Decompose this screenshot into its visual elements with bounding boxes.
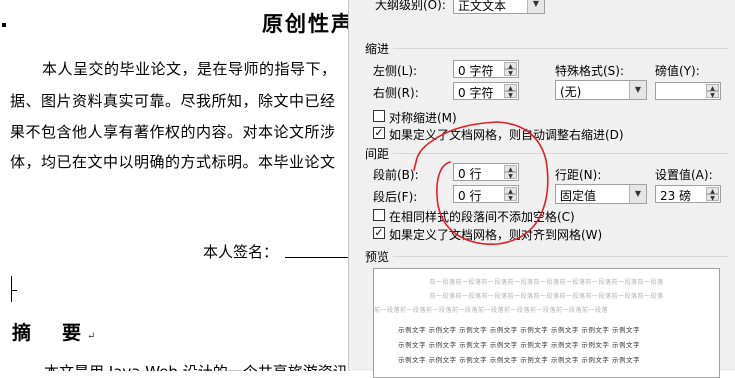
preview-divider xyxy=(393,256,728,257)
spin-up-icon[interactable]: ▲ xyxy=(504,165,517,173)
spin-down-icon[interactable]: ▼ xyxy=(504,91,517,99)
indent-divider xyxy=(393,48,728,49)
indent-right-label: 右侧(R): xyxy=(373,86,419,100)
space-before-spinner[interactable]: 0 行 ▲ ▼ xyxy=(453,163,519,181)
spin-down-icon[interactable]: ▼ xyxy=(706,91,719,99)
indent-left-spinner[interactable]: 0 字符 ▲ ▼ xyxy=(453,60,519,78)
indent-right-value: 0 字符 xyxy=(458,86,494,100)
outline-level-value: 正文文本 xyxy=(458,0,507,13)
preview-previous-line: 前一段落前一段落前一段落前一段落前一段落前一段落前一段落前一段落前一段落 xyxy=(374,307,609,314)
spin-up-icon[interactable]: ▲ xyxy=(504,84,517,92)
spin-up-icon[interactable]: ▲ xyxy=(706,84,719,92)
spacing-section-title: 间距 xyxy=(365,147,390,161)
preview-previous-line: 前一段落前一段落前一段落前一段落前一段落前一段落前一段落前一段落前一段落 xyxy=(429,279,664,286)
body-line-3[interactable]: 果不包含他人享有著作权的内容。对本论文所涉 xyxy=(10,121,336,142)
signature-label: 本人签名： xyxy=(203,243,279,261)
space-after-label: 段后(F): xyxy=(373,190,418,204)
text-cursor xyxy=(11,276,12,302)
preview-section-title: 预览 xyxy=(365,250,390,264)
body-line-1[interactable]: 本人呈交的毕业论文，是在导师的指导下， xyxy=(42,58,337,79)
document-title: 原创性声 xyxy=(262,11,354,36)
at-value-spinner[interactable]: 23 磅 ▲ ▼ xyxy=(655,185,721,203)
line-spacing-label: 行距(N): xyxy=(555,168,602,182)
paragraph-mark-icon: ↵ xyxy=(87,331,96,342)
line-spacing-value: 固定值 xyxy=(560,189,597,203)
line-spacing-select[interactable]: 固定值 ▼ xyxy=(555,184,647,204)
spacing-divider xyxy=(393,153,728,154)
indent-left-label: 左侧(L): xyxy=(373,64,418,78)
space-after-spinner[interactable]: 0 行 ▲ ▼ xyxy=(453,185,519,203)
at-value-value: 23 磅 xyxy=(660,189,692,203)
special-format-label: 特殊格式(S): xyxy=(555,64,625,78)
by-value-label: 磅值(Y): xyxy=(655,64,700,78)
auto-adjust-label: 如果定义了文档网格，则自动调整右缩进(D) xyxy=(389,128,624,142)
space-before-value: 0 行 xyxy=(458,167,482,181)
abstract-heading-text: 摘 要 xyxy=(12,322,88,344)
preview-sample-line: 示例文字 示例文字 示例文字 示例文字 示例文字 示例文字 示例文字 示例文字 xyxy=(398,341,640,349)
chevron-down-icon[interactable]: ▼ xyxy=(527,0,544,13)
snap-grid-label: 如果定义了文档网格，则对齐到网格(W) xyxy=(389,228,603,242)
text-boundary-marker xyxy=(2,23,6,27)
space-after-value: 0 行 xyxy=(458,189,482,203)
indent-right-spinner[interactable]: 0 字符 ▲ ▼ xyxy=(453,82,519,100)
no-space-label: 在相同样式的段落间不添加空格(C) xyxy=(389,210,575,224)
document-page[interactable]: 原创性声 本人呈交的毕业论文，是在导师的指导下， 据、图片资料真实可靠。尽我所知… xyxy=(0,0,360,371)
body-line-4[interactable]: 体，均已在文中以明确的方式标明。本毕业论文 xyxy=(10,151,336,172)
preview-box: 前一段落前一段落前一段落前一段落前一段落前一段落前一段落前一段落前一段落 前一段… xyxy=(373,268,720,378)
body-line-5[interactable]: 本文是用 Java Web 设计的一个共享旅游资讯 xyxy=(44,361,348,371)
spin-up-icon[interactable]: ▲ xyxy=(504,187,517,195)
mirror-indent-checkbox[interactable] xyxy=(373,110,385,122)
space-before-label: 段前(B): xyxy=(373,168,419,182)
spin-down-icon[interactable]: ▼ xyxy=(504,69,517,77)
body-line-2[interactable]: 据、图片资料真实可靠。尽我所知，除文中已经 xyxy=(10,90,336,111)
spin-up-icon[interactable]: ▲ xyxy=(504,62,517,70)
special-format-value: (无) xyxy=(560,85,582,99)
cursor-tick xyxy=(11,290,17,291)
chevron-down-icon[interactable]: ▼ xyxy=(629,185,646,203)
indent-section-title: 缩进 xyxy=(365,42,390,56)
spin-down-icon[interactable]: ▼ xyxy=(706,194,719,202)
outline-level-select[interactable]: 正文文本 ▼ xyxy=(453,0,545,14)
no-space-checkbox[interactable] xyxy=(373,209,385,221)
paragraph-dialog: 大纲级别(O): 正文文本 ▼ 缩进 左侧(L): 0 字符 ▲ ▼ 特殊格式(S… xyxy=(348,0,735,378)
at-value-label: 设置值(A): xyxy=(655,168,713,182)
spin-down-icon[interactable]: ▼ xyxy=(504,172,517,180)
snap-grid-checkbox[interactable]: ✓ xyxy=(373,227,385,239)
mirror-indent-label: 对称缩进(M) xyxy=(389,111,457,125)
spin-up-icon[interactable]: ▲ xyxy=(706,187,719,195)
indent-left-value: 0 字符 xyxy=(458,64,494,78)
chevron-down-icon[interactable]: ▼ xyxy=(629,81,646,99)
spin-down-icon[interactable]: ▼ xyxy=(504,194,517,202)
auto-adjust-checkbox[interactable]: ✓ xyxy=(373,127,385,139)
preview-sample-line: 示例文字 示例文字 示例文字 示例文字 示例文字 示例文字 示例文字 示例文字 xyxy=(398,356,640,364)
by-value-spinner[interactable]: ▲ ▼ xyxy=(655,82,721,100)
outline-level-label: 大纲级别(O): xyxy=(375,0,446,12)
preview-previous-line: 前一段落前一段落前一段落前一段落前一段落前一段落前一段落前一段落前一段落 xyxy=(429,293,664,300)
preview-sample-line: 示例文字 示例文字 示例文字 示例文字 示例文字 示例文字 示例文字 示例文字 xyxy=(398,326,640,334)
special-format-select[interactable]: (无) ▼ xyxy=(555,80,647,100)
abstract-heading[interactable]: 摘 要↵ xyxy=(12,318,95,345)
